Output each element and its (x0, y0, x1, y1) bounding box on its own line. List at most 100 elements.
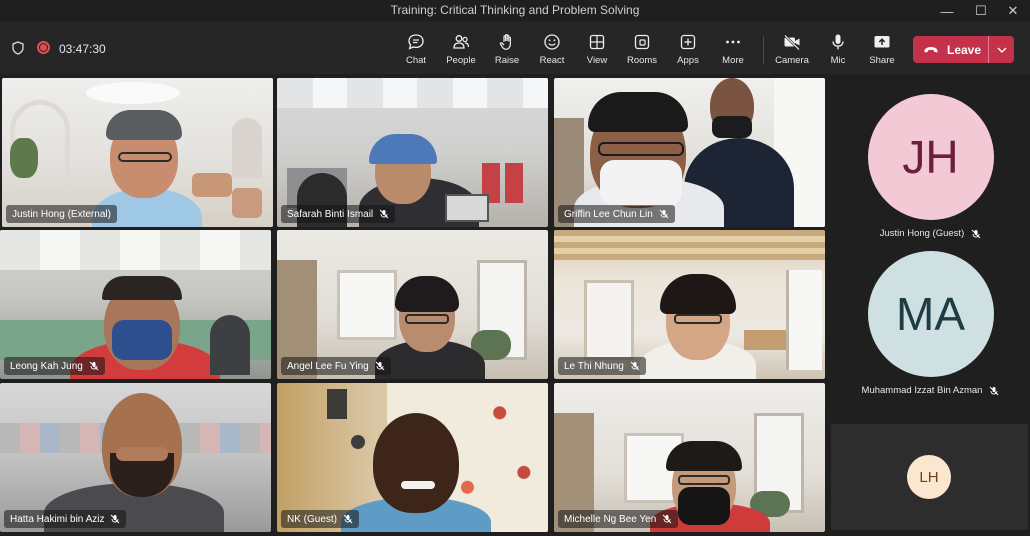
avatar: MA (867, 251, 994, 377)
share-icon (874, 36, 890, 48)
maximize-button[interactable]: ☐ (964, 0, 998, 22)
chat-button[interactable]: Chat (392, 28, 440, 70)
participant-name: Safarah Binti Ismail (287, 208, 374, 220)
view-label: View (586, 55, 608, 66)
mic-muted-icon (111, 514, 120, 524)
camera-button[interactable]: Camera (768, 28, 816, 70)
meeting-timer: 03:47:30 (59, 42, 106, 56)
share-label: Share (869, 55, 895, 66)
people-label: People (446, 55, 476, 66)
participant-nameplate: NK (Guest) (281, 510, 360, 528)
video-tile[interactable]: Michelle Ng Bee Yen (554, 383, 825, 532)
react-button[interactable]: React (528, 28, 576, 70)
mic-icon (832, 34, 844, 50)
view-button[interactable]: View (573, 28, 621, 70)
mic-button[interactable]: Mic (814, 28, 862, 70)
video-grid: Justin Hong (External) Safarah Binti Ism… (0, 76, 829, 532)
people-button[interactable]: People (437, 28, 485, 70)
participant-nameplate: Justin Hong (External) (6, 205, 117, 223)
chevron-down-icon (997, 47, 1006, 53)
more-button[interactable]: More (709, 28, 757, 70)
leave-button[interactable]: Leave (913, 36, 1014, 63)
participant-card[interactable]: MA Muhammad Izzat Bin Azman (831, 251, 1030, 396)
view-icon (589, 34, 605, 50)
video-tile[interactable]: Le Thi Nhung (554, 230, 825, 379)
react-icon (544, 34, 560, 50)
title-bar: Training: Critical Thinking and Problem … (0, 0, 1030, 22)
mic-muted-icon (990, 386, 999, 395)
leave-label: Leave (947, 42, 982, 57)
participant-nameplate: Safarah Binti Ismail (281, 205, 396, 223)
mic-muted-icon (379, 209, 389, 219)
participant-sidebar: JH Justin Hong (Guest) MA Muhammad Izzat… (831, 76, 1030, 536)
video-tile[interactable]: NK (Guest) (277, 383, 548, 532)
mic-muted-icon (971, 229, 981, 238)
avatar-initials: LH (919, 468, 939, 486)
share-button[interactable]: Share (858, 28, 906, 70)
avatar: JH (867, 94, 994, 220)
participant-nameplate: Hatta Hakimi bin Aziz (4, 510, 127, 528)
camera-off-icon (784, 34, 800, 51)
apps-label: Apps (677, 55, 699, 66)
recording-icon (37, 41, 50, 54)
leave-options-button[interactable] (989, 36, 1014, 63)
window-title: Training: Critical Thinking and Problem … (390, 3, 640, 17)
apps-button[interactable]: Apps (664, 28, 712, 70)
participant-name: Angel Lee Fu Ying (287, 360, 369, 372)
phone-hangup-icon (924, 46, 938, 52)
participant-card[interactable]: JH Justin Hong (Guest) (831, 94, 1030, 239)
video-tile[interactable]: Justin Hong (External) (2, 78, 273, 227)
video-tile[interactable]: Leong Kah Jung (0, 230, 271, 379)
rooms-icon (634, 34, 650, 50)
avatar: LH (907, 455, 951, 499)
toolbar-divider (763, 36, 764, 64)
video-tile[interactable]: Angel Lee Fu Ying (277, 230, 548, 379)
participant-nameplate: Michelle Ng Bee Yen (558, 510, 679, 528)
minimize-button[interactable]: — (930, 0, 964, 22)
more-icon (726, 40, 740, 44)
participant-name-row: Justin Hong (Guest) (831, 228, 1030, 239)
participant-nameplate: Angel Lee Fu Ying (281, 357, 391, 375)
react-label: React (539, 55, 565, 66)
participant-nameplate: Le Thi Nhung (558, 357, 646, 375)
video-tile[interactable]: Safarah Binti Ismail (277, 78, 548, 227)
participant-name: Justin Hong (Guest) (879, 228, 965, 239)
video-tile[interactable]: Hatta Hakimi bin Aziz (0, 383, 271, 532)
participant-name: Muhammad Izzat Bin Azman (861, 385, 983, 396)
leave-main[interactable]: Leave (913, 36, 989, 63)
raise-hand-button[interactable]: Raise (483, 28, 531, 70)
chat-label: Chat (405, 55, 427, 66)
mic-muted-icon (662, 514, 672, 524)
participant-nameplate: Griffin Lee Chun Lin (558, 205, 675, 223)
participant-name-row: Muhammad Izzat Bin Azman (831, 385, 1030, 396)
apps-icon (680, 34, 696, 50)
participant-name: Leong Kah Jung (10, 360, 83, 372)
mic-muted-icon (659, 209, 669, 219)
more-label: More (722, 55, 744, 66)
avatar-initials: MA (896, 288, 965, 340)
mic-muted-icon (89, 361, 99, 371)
participant-card[interactable]: LH (831, 424, 1028, 530)
rooms-label: Rooms (626, 55, 658, 66)
participant-name: Griffin Lee Chun Lin (564, 208, 653, 220)
participant-nameplate: Leong Kah Jung (4, 357, 105, 375)
close-button[interactable]: ✕ (996, 0, 1030, 22)
participant-name: Michelle Ng Bee Yen (564, 513, 657, 525)
video-tile[interactable]: Griffin Lee Chun Lin (554, 78, 825, 227)
participant-name: Hatta Hakimi bin Aziz (10, 513, 105, 525)
mic-muted-icon (343, 514, 353, 524)
participant-name: NK (Guest) (287, 513, 338, 525)
camera-label: Camera (775, 55, 809, 66)
raise-label: Raise (494, 55, 520, 66)
raise-hand-icon (499, 34, 511, 50)
avatar-initials: JH (902, 131, 959, 183)
meeting-toolbar: 03:47:30 Chat People Raise React View Ro… (0, 22, 1030, 74)
mic-muted-icon (375, 361, 385, 371)
participant-name: Le Thi Nhung (564, 360, 624, 372)
mic-label: Mic (830, 55, 846, 66)
mic-muted-icon (630, 361, 640, 371)
participant-name: Justin Hong (External) (12, 208, 111, 220)
shield-icon[interactable] (11, 41, 25, 55)
people-icon (453, 35, 470, 49)
rooms-button[interactable]: Rooms (618, 28, 666, 70)
